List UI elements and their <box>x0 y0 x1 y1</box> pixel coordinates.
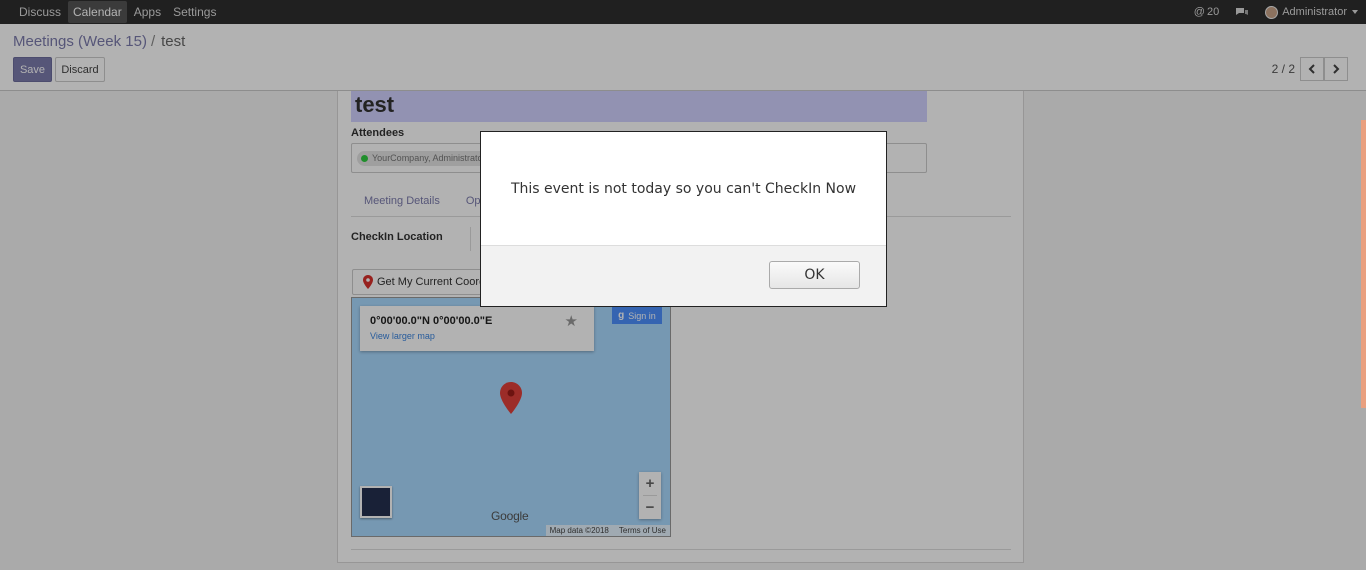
scrollbar-accent <box>1361 120 1366 408</box>
alert-dialog: This event is not today so you can't Che… <box>480 131 887 307</box>
dialog-message: This event is not today so you can't Che… <box>510 180 857 197</box>
ok-button[interactable]: OK <box>769 261 860 289</box>
dialog-footer: OK <box>481 245 886 306</box>
